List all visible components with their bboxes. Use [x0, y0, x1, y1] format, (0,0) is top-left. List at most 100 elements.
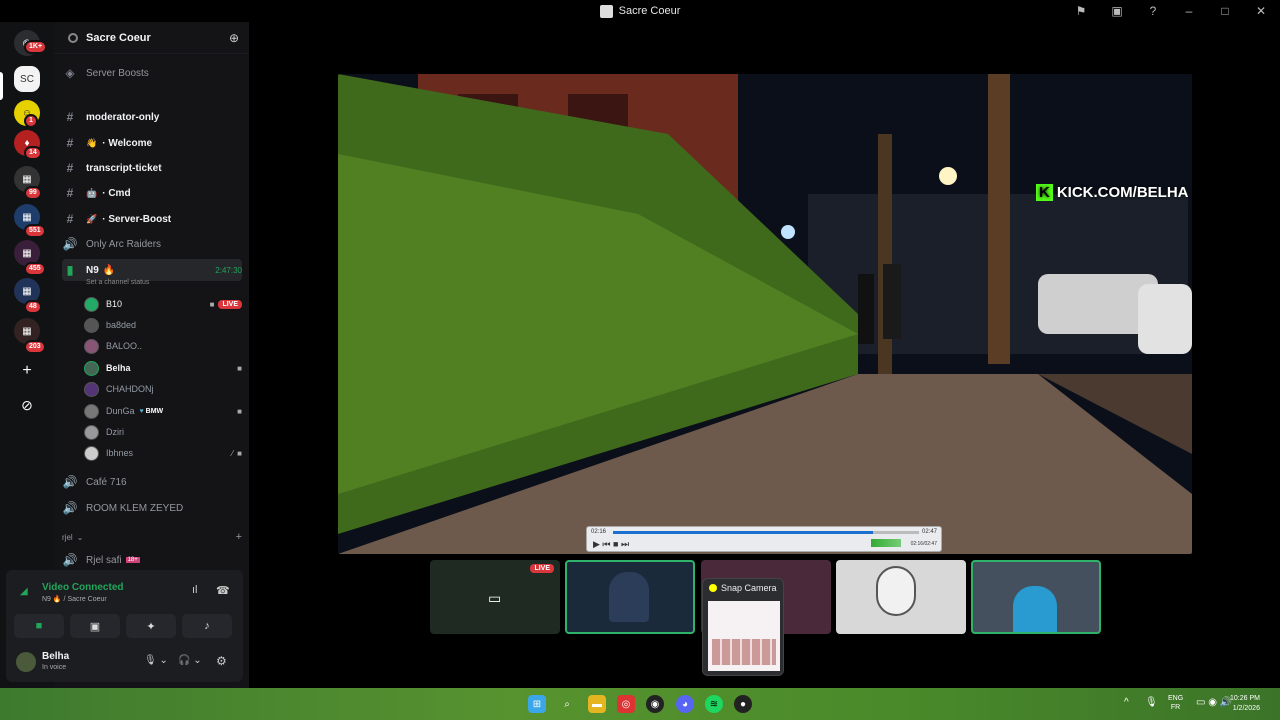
category-label: rjel: [62, 532, 73, 542]
webcam-thumbnail[interactable]: [565, 560, 695, 634]
snap-camera-preview[interactable]: Snap Camera: [702, 578, 784, 676]
mic-icon[interactable]: 🎙 ⌄: [144, 655, 168, 666]
person-silhouette: [1013, 586, 1057, 632]
server-header[interactable]: Sacre Coeur ⊕: [54, 22, 249, 54]
member-name: BALOO..: [106, 341, 143, 351]
add-channel-icon[interactable]: +: [236, 531, 242, 543]
avatar: [84, 403, 99, 419]
street-scene: [338, 74, 1192, 554]
guild-badge: 551: [24, 224, 46, 238]
member-b10[interactable]: B10 ■ LIVE: [84, 294, 242, 314]
search-icon[interactable]: ⌕: [558, 695, 576, 713]
window-icon: [599, 4, 613, 18]
emoji-icon: 18+: [125, 557, 140, 563]
voice-channel-only-arc[interactable]: 🔊 Only Arc Raiders: [62, 233, 242, 255]
noise-suppression-icon[interactable]: ıl: [192, 584, 198, 596]
language-indicator[interactable]: ENG FR: [1168, 694, 1183, 712]
channel-welcome[interactable]: # 👋 · Welcome: [62, 132, 242, 154]
voice-status[interactable]: Video Connected: [42, 582, 124, 593]
channel-label: Café 716: [86, 476, 127, 488]
guild-badge: 1K+: [24, 40, 48, 54]
disconnect-icon[interactable]: ☎: [216, 584, 230, 597]
lang-secondary: FR: [1170, 704, 1181, 711]
network-icon[interactable]: ▭ ◉ 🔊: [1196, 697, 1232, 708]
member-name: ba8ded: [106, 320, 137, 330]
stream-video[interactable]: K KICK.COM/BELHA ●: [338, 74, 1192, 554]
channel-server-boost[interactable]: # 🚀 · Server-Boost: [62, 208, 242, 230]
media-player-controls[interactable]: 02:16 02:47 ▶ ⏮ ■ ⏭ 02:16/02:47: [586, 526, 942, 552]
member-ba8ded[interactable]: ba8ded: [84, 315, 242, 335]
activities-button[interactable]: ✦: [126, 614, 176, 638]
channel-cmd[interactable]: # 🤖 · Cmd: [62, 182, 242, 204]
settings-icon[interactable]: ⚙: [216, 654, 227, 668]
guild-sacre-coeur[interactable]: SC: [14, 66, 40, 92]
soundboard-button[interactable]: ♪: [182, 614, 232, 638]
camera-button[interactable]: ■: [14, 614, 64, 638]
overlay-text: KICK.COM/BELHA: [1056, 184, 1189, 201]
avatar: [84, 338, 99, 354]
fire-icon: 🔥: [102, 264, 116, 276]
clock[interactable]: 10:26 PM 1/2/2026: [1230, 694, 1260, 714]
member-ibhnes[interactable]: Ibhnes ⁄ ■: [84, 443, 242, 463]
server-boosts[interactable]: ◈ Server Boosts: [62, 62, 242, 84]
channel-label: · Cmd: [102, 187, 131, 199]
person-silhouette: [876, 566, 916, 616]
voice-channel-n9[interactable]: ▮ N9 🔥 2:47:30: [62, 259, 242, 281]
discover-icon[interactable]: ⊘: [14, 392, 40, 418]
rocket-icon: 🚀: [86, 213, 98, 224]
hash-icon: #: [66, 136, 74, 150]
steam-icon[interactable]: ◉: [646, 695, 664, 713]
obs-icon[interactable]: ●: [734, 695, 752, 713]
member-dziri[interactable]: Dziri: [84, 422, 242, 442]
file-explorer-icon[interactable]: ▬: [588, 695, 606, 713]
category-rjel[interactable]: rjel ⌄ +: [62, 529, 242, 545]
chevron-down-icon: ⌄: [76, 532, 84, 542]
seek-track[interactable]: [613, 531, 919, 534]
maximize-button[interactable]: □: [1214, 4, 1236, 18]
webcam-thumbnail[interactable]: [836, 560, 966, 634]
seek-progress: [613, 531, 874, 534]
member-dunga[interactable]: DunGa ♥ BMW ■: [84, 401, 242, 421]
voice-channel-cafe[interactable]: 🔊 Café 716: [62, 471, 242, 493]
avatar: [84, 445, 99, 461]
help-icon[interactable]: ?: [1142, 4, 1164, 18]
camera-icon: ■: [237, 448, 242, 458]
screen-share-button[interactable]: ▣: [70, 614, 120, 638]
voice-channel-rjel-safi[interactable]: 🔊 Rjel safi 18+: [62, 549, 242, 571]
stream-thumbnail[interactable]: LIVE ▭: [430, 560, 560, 634]
camera-icon: ■: [237, 363, 242, 373]
headphones-icon[interactable]: 🎧 ⌄: [178, 655, 202, 666]
taskbar: ⊞ ⌕ ▬ ◎ ◉ ◕ ≋ ● ^ 🎙 ENG FR ▭ ◉ 🔊 10:26 PM…: [0, 688, 1280, 720]
avatar[interactable]: [16, 652, 36, 672]
member-name: DunGa: [106, 406, 135, 416]
tray-chevron-icon[interactable]: ^: [1124, 697, 1129, 708]
signal-icon: ◢: [20, 586, 28, 597]
close-button[interactable]: ✕: [1250, 4, 1272, 18]
play-icon[interactable]: ▶ ⏮ ■ ⏭: [593, 539, 629, 550]
mic-icon[interactable]: 🎙: [1145, 697, 1158, 708]
voice-channel-room[interactable]: 🔊 ROOM KLEM ZEYED: [62, 497, 242, 519]
discord-icon[interactable]: ◕: [676, 695, 694, 713]
invite-icon[interactable]: ⊕: [229, 31, 239, 45]
volume-slider[interactable]: [871, 539, 901, 547]
person-silhouette: [609, 572, 649, 622]
camera-icon: ■: [209, 299, 215, 309]
chrome-icon[interactable]: ◎: [617, 695, 635, 713]
minimize-button[interactable]: –: [1178, 4, 1200, 18]
spotify-icon[interactable]: ≋: [705, 695, 723, 713]
camera-icon: ■: [237, 406, 242, 416]
channel-transcript-ticket[interactable]: # transcript-ticket: [62, 157, 242, 179]
member-chahdonj[interactable]: CHAHDONj: [84, 379, 242, 399]
webcam-thumbnail[interactable]: [971, 560, 1101, 634]
live-badge: LIVE: [530, 564, 554, 573]
start-icon[interactable]: ⊞: [528, 695, 546, 713]
member-baloo[interactable]: BALOO..: [84, 336, 242, 356]
channel-moderator-only[interactable]: # moderator-only: [62, 106, 242, 128]
channel-status[interactable]: Set a channel status: [86, 279, 149, 286]
inbox-icon[interactable]: ⚑: [1070, 4, 1092, 18]
boost-icon: ◈: [65, 66, 75, 80]
add-server-icon[interactable]: +: [14, 358, 40, 384]
screen-icon[interactable]: ▣: [1106, 4, 1128, 18]
hash-icon: #: [66, 161, 74, 175]
member-belha[interactable]: Belha ■: [84, 358, 242, 378]
